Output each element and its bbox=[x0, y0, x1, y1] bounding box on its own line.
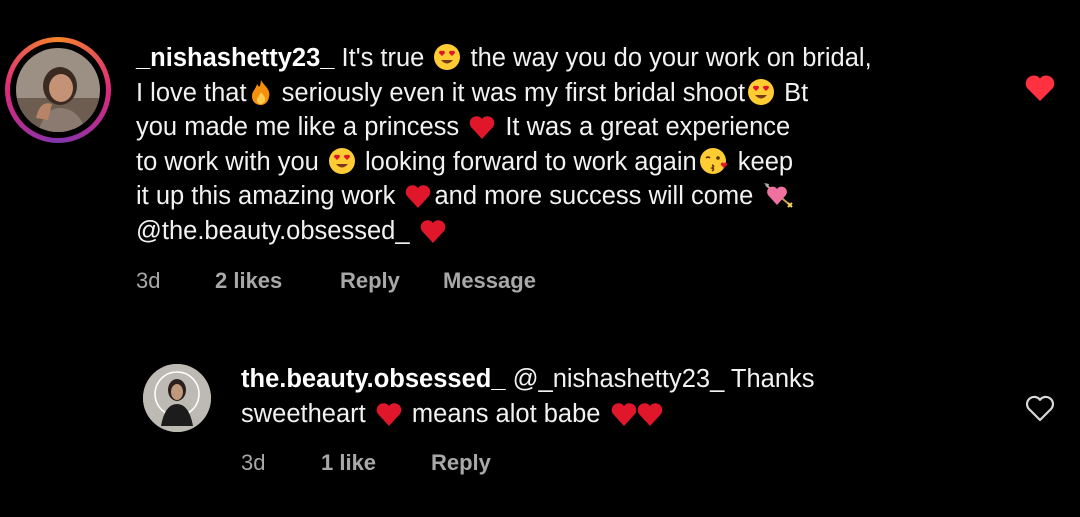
heart-eyes-emoji-icon bbox=[328, 147, 356, 175]
comment-username[interactable]: the.beauty.obsessed_ bbox=[241, 365, 506, 393]
heart-eyes-emoji-icon bbox=[433, 43, 461, 71]
like-heart-outline-icon[interactable] bbox=[1025, 395, 1055, 427]
reply-button[interactable]: Reply bbox=[340, 268, 400, 294]
comment-text-segment: It was a great experience bbox=[498, 113, 791, 141]
comment-text-segment: you made me like a princess bbox=[136, 113, 467, 141]
comment-text: _nishashetty23_ It's true the way you do… bbox=[136, 41, 976, 248]
likes-count[interactable]: 2 likes bbox=[215, 268, 282, 294]
comment-text-segment: it up this amazing work bbox=[136, 182, 403, 210]
like-heart-filled-icon[interactable] bbox=[1024, 74, 1056, 107]
red-heart-emoji-icon bbox=[468, 114, 496, 140]
comment-text-segment: It's true bbox=[341, 44, 432, 72]
heart-eyes-emoji-icon bbox=[747, 78, 775, 106]
comment-text-segment: I love that bbox=[136, 78, 247, 107]
red-heart-emoji-icon bbox=[375, 401, 403, 427]
red-heart-emoji-icon bbox=[610, 401, 638, 427]
comment-text-segment: sweetheart bbox=[241, 399, 373, 428]
red-heart-emoji-icon bbox=[404, 183, 432, 209]
comment-nishashetty23: _nishashetty23_ It's true the way you do… bbox=[0, 0, 1080, 330]
comment-text-segment: seriously even it was my first bridal sh… bbox=[274, 78, 746, 107]
comment-text: the.beauty.obsessed_ @_nishashetty23_ Th… bbox=[241, 362, 941, 431]
kissing-face-emoji-icon bbox=[699, 147, 729, 175]
red-heart-emoji-icon bbox=[419, 218, 447, 244]
message-button[interactable]: Message bbox=[443, 268, 536, 294]
comment-time: 3d bbox=[241, 450, 266, 475]
comment-text-segment: the way you do your work on bridal, bbox=[463, 44, 872, 72]
comment-text-segment: and more success will come bbox=[434, 182, 761, 210]
likes-count[interactable]: 1 like bbox=[321, 450, 376, 476]
comment-username[interactable]: _nishashetty23_ bbox=[136, 44, 334, 72]
comment-text-segment: keep bbox=[730, 147, 794, 176]
comment-text-segment: Bt bbox=[777, 78, 809, 107]
comment-text-segment: means alot babe bbox=[404, 399, 608, 428]
mention-link[interactable]: @_nishashetty23_ bbox=[513, 365, 725, 393]
avatar[interactable] bbox=[143, 364, 211, 432]
comment-text-segment: Thanks bbox=[724, 365, 815, 393]
mention-link[interactable]: @the.beauty.obsessed_ bbox=[136, 217, 417, 245]
comment-text-segment: to work with you bbox=[136, 147, 326, 176]
reply-button[interactable]: Reply bbox=[431, 450, 491, 476]
heart-with-arrow-emoji-icon bbox=[762, 181, 794, 209]
comment-the-beauty-obsessed: the.beauty.obsessed_ @_nishashetty23_ Th… bbox=[0, 340, 1080, 517]
comment-text-segment: looking forward to work again bbox=[357, 147, 697, 176]
fire-emoji-icon bbox=[249, 78, 273, 106]
comment-time: 3d bbox=[136, 268, 161, 293]
avatar[interactable] bbox=[16, 48, 100, 132]
red-heart-emoji-icon bbox=[636, 401, 664, 427]
